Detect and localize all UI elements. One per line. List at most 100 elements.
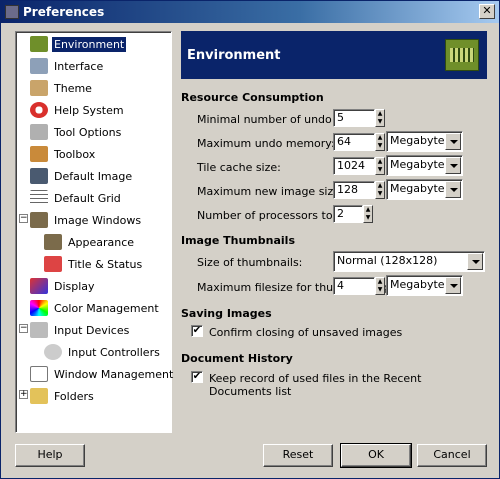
sidebar-item-interface[interactable]: Interface [30, 56, 105, 76]
sidebar-item-image-windows[interactable]: Image Windows [30, 210, 143, 230]
undo-memory-stepper[interactable]: ▲ ▼ [375, 133, 385, 151]
sidebar-item-toolbox[interactable]: Toolbox [30, 144, 97, 164]
sidebar-item-theme[interactable]: Theme [30, 78, 94, 98]
sidebar-item-label: Color Management [54, 301, 159, 315]
sidebar-item-default-grid[interactable]: Default Grid [30, 188, 123, 208]
theme-icon [30, 80, 48, 96]
memory-chip-icon [445, 39, 479, 71]
title-bar: Preferences ✕ [1, 1, 499, 23]
sidebar-item-input-devices[interactable]: Input Devices [30, 320, 131, 340]
sidebar-item-label: Window Management [54, 367, 174, 381]
chevron-down-icon[interactable] [445, 133, 461, 150]
sidebar-item-label: Input Controllers [68, 345, 160, 359]
page-header: Environment [181, 31, 487, 79]
confirm-close-label: Confirm closing of unsaved images [209, 326, 403, 339]
undo-memory-input[interactable]: 64 [333, 133, 375, 151]
recent-documents-checkbox[interactable]: ✔ [191, 371, 203, 383]
undo-levels-stepper[interactable]: ▲ ▼ [375, 109, 385, 127]
close-icon[interactable]: ✕ [479, 4, 495, 19]
sidebar-item-label: Image Windows [54, 213, 142, 227]
tile-cache-input[interactable]: 1024 [333, 157, 375, 175]
sidebar-item-label: Environment [52, 36, 127, 52]
thumbnail-filesize-input[interactable]: 4 [333, 277, 375, 295]
sidebar-item-title-status[interactable]: Title & Status [44, 254, 144, 274]
sidebar-item-label: Default Image [54, 169, 133, 183]
page-title: Environment [187, 48, 281, 63]
max-image-size-unit-value: Megabytes [390, 182, 451, 195]
sidebar-item-label: Display [54, 279, 95, 293]
title-status-icon [44, 256, 62, 272]
collapse-image-windows-icon[interactable]: − [19, 214, 28, 223]
chevron-down-icon[interactable] [445, 181, 461, 198]
processors-stepper[interactable]: ▲ ▼ [363, 205, 373, 223]
sidebar-item-window-management[interactable]: Window Management [30, 364, 175, 384]
max-image-size-input[interactable]: 128 [333, 181, 375, 199]
preferences-window: Preferences ✕ Environment Interface Them… [0, 0, 500, 479]
tile-cache-label: Tile cache size: [197, 161, 281, 174]
chevron-down-icon[interactable] [445, 157, 461, 174]
input-controllers-icon [44, 344, 62, 360]
thumbnail-filesize-stepper[interactable]: ▲ ▼ [375, 277, 385, 295]
interface-icon [30, 58, 48, 74]
sidebar-item-label: Appearance [68, 235, 135, 249]
memory-chip-icon [30, 36, 48, 52]
sidebar-item-label: Help System [54, 103, 124, 117]
window-title: Preferences [23, 5, 105, 19]
sidebar-item-appearance[interactable]: Appearance [44, 232, 136, 252]
max-image-size-unit-select[interactable]: Megabytes [386, 179, 463, 200]
sidebar-item-label: Default Grid [54, 191, 121, 205]
sidebar-item-label: Theme [54, 81, 92, 95]
processors-input[interactable]: 2 [333, 205, 363, 223]
confirm-close-checkbox[interactable]: ✔ [191, 325, 203, 337]
preferences-tree: Environment Interface Theme Help System … [15, 31, 175, 433]
settings-panel: Environment Resource Consumption Minimal… [173, 31, 487, 436]
chevron-down-icon[interactable] [445, 277, 461, 294]
collapse-input-devices-icon[interactable]: − [19, 324, 28, 333]
cancel-button[interactable]: Cancel [417, 444, 487, 467]
expand-folders-icon[interactable]: + [19, 390, 28, 399]
tool-options-icon [30, 124, 48, 140]
recent-documents-label: Keep record of used files in the Recent … [209, 372, 422, 398]
thumbnail-size-label: Size of thumbnails: [197, 256, 303, 269]
section-document-history: Document History [181, 352, 293, 365]
display-icon [30, 278, 48, 294]
app-icon [5, 5, 19, 19]
thumbnail-filesize-unit-select[interactable]: Megabytes [386, 275, 463, 296]
section-image-thumbnails: Image Thumbnails [181, 234, 295, 247]
sidebar-item-label: Folders [54, 389, 94, 403]
sidebar-item-label: Input Devices [54, 323, 130, 337]
image-window-icon [30, 212, 48, 228]
tile-cache-unit-select[interactable]: Megabytes [386, 155, 463, 176]
section-resource-consumption: Resource Consumption [181, 91, 324, 104]
sidebar-item-environment[interactable]: Environment [30, 34, 127, 54]
max-image-size-label: Maximum new image size: [197, 185, 344, 198]
thumbnail-filesize-unit-value: Megabytes [390, 278, 451, 291]
max-image-size-stepper[interactable]: ▲ ▼ [375, 181, 385, 199]
thumbnail-size-value: Normal (128x128) [337, 254, 438, 267]
window-management-icon [30, 366, 48, 382]
sidebar-item-tool-options[interactable]: Tool Options [30, 122, 123, 142]
sidebar-item-label: Title & Status [68, 257, 143, 271]
input-devices-icon [30, 322, 48, 338]
tile-cache-stepper[interactable]: ▲ ▼ [375, 157, 385, 175]
reset-button[interactable]: Reset [263, 444, 333, 467]
grid-icon [30, 190, 48, 206]
help-button[interactable]: Help [15, 444, 85, 467]
chevron-down-icon[interactable] [467, 253, 483, 270]
thumbnail-size-select[interactable]: Normal (128x128) [333, 251, 485, 272]
undo-memory-label: Maximum undo memory: [197, 137, 335, 150]
toolbox-icon [30, 146, 48, 162]
tile-cache-unit-value: Megabytes [390, 158, 451, 171]
sidebar-item-folders[interactable]: Folders [30, 386, 96, 406]
sidebar-item-color-management[interactable]: Color Management [30, 298, 161, 318]
sidebar-item-label: Toolbox [54, 147, 96, 161]
sidebar-item-help-system[interactable]: Help System [30, 100, 126, 120]
sidebar-item-display[interactable]: Display [30, 276, 97, 296]
lifebuoy-icon [30, 102, 48, 118]
sidebar-item-default-image[interactable]: Default Image [30, 166, 134, 186]
ok-button[interactable]: OK [340, 443, 412, 468]
sidebar-item-input-controllers[interactable]: Input Controllers [44, 342, 162, 362]
undo-memory-unit-select[interactable]: Megabytes [386, 131, 463, 152]
undo-levels-input[interactable]: 5 [333, 109, 375, 127]
section-saving-images: Saving Images [181, 307, 272, 320]
